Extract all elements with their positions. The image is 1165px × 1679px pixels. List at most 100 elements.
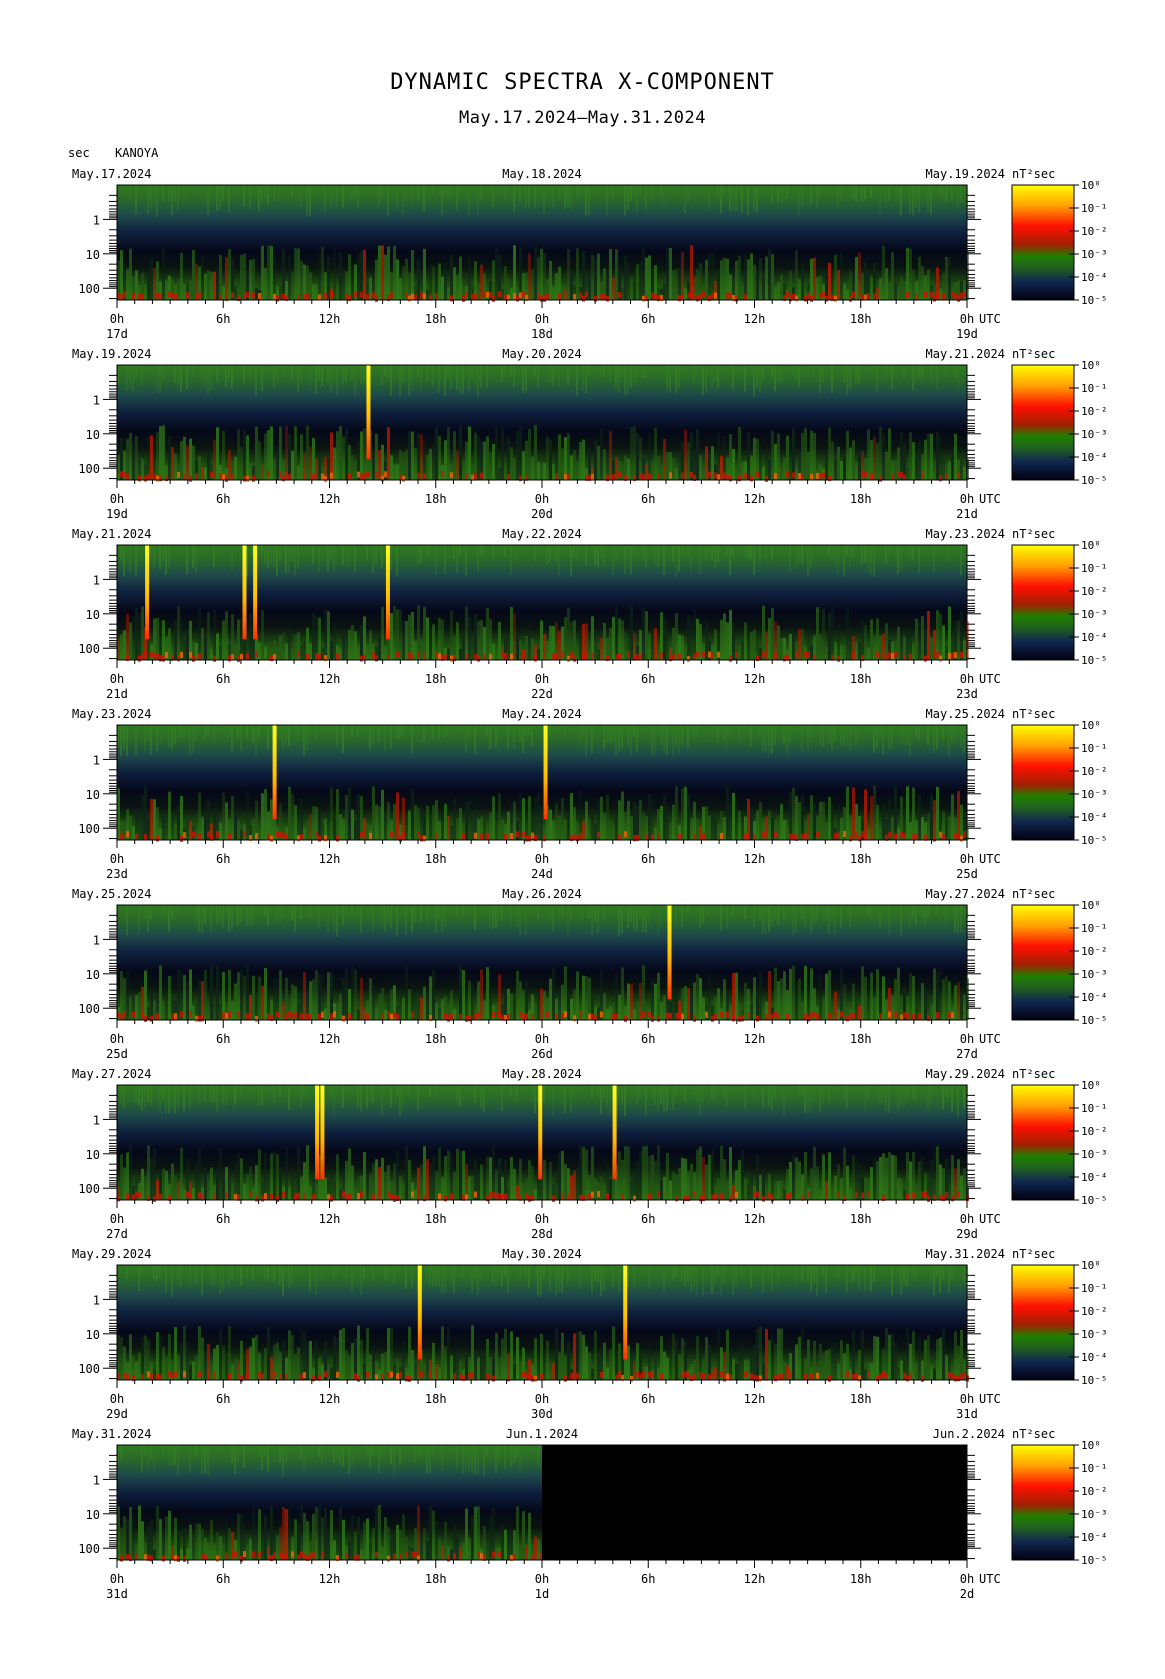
spectrogram-cell bbox=[363, 428, 366, 480]
spectrogram-cell bbox=[390, 1013, 393, 1020]
spectrogram-cell bbox=[702, 291, 705, 298]
spectrogram-cell bbox=[783, 905, 785, 919]
spectrogram-cell bbox=[660, 1001, 663, 1020]
spectrogram-cell bbox=[915, 905, 917, 926]
spectrogram-cell bbox=[330, 472, 333, 479]
spectrogram-cell bbox=[324, 292, 327, 299]
spectrogram-cell bbox=[423, 473, 426, 480]
spectrogram-cell bbox=[177, 1265, 179, 1285]
spectrogram-cell bbox=[129, 815, 132, 840]
spectrogram-cell bbox=[159, 545, 161, 570]
spectrogram-cell bbox=[294, 1354, 297, 1380]
spectrogram-cell bbox=[360, 625, 363, 660]
spectrogram-cell bbox=[465, 1015, 468, 1022]
spectrogram-cell bbox=[327, 365, 329, 383]
day-label: 19d bbox=[956, 327, 978, 341]
spectrogram-cell bbox=[666, 630, 669, 660]
spectrogram-cell bbox=[126, 613, 129, 660]
spectrogram-cell bbox=[243, 429, 246, 480]
spectrogram-cell bbox=[726, 905, 728, 929]
spectrogram-cell bbox=[126, 725, 128, 757]
spectrogram-cell bbox=[912, 1265, 914, 1277]
spectrogram-cell bbox=[429, 627, 432, 660]
colorbar-tick-label: 10⁻² bbox=[1081, 1125, 1108, 1138]
spectrogram-cell bbox=[276, 1153, 279, 1200]
spectrogram-cell bbox=[774, 652, 777, 659]
spectrogram-cell bbox=[705, 446, 708, 480]
spectrogram-cell bbox=[147, 185, 149, 214]
spectrogram-cell bbox=[240, 725, 242, 751]
spectrogram-cell bbox=[204, 273, 207, 300]
spectrogram-cell bbox=[327, 611, 330, 660]
spectrogram-cell bbox=[885, 1085, 887, 1112]
spectrogram-cell bbox=[780, 1328, 783, 1380]
spectrogram-cell bbox=[789, 725, 791, 743]
spectrogram-cell bbox=[486, 292, 489, 299]
spectrogram-cell bbox=[261, 1373, 264, 1380]
spectrogram-cell bbox=[633, 1360, 636, 1380]
spectrogram-cell bbox=[648, 1265, 650, 1289]
spectrogram-panel: May.23.2024 May.24.2024 May.25.2024 nT²sec1… bbox=[72, 707, 1108, 881]
spectrogram-cell bbox=[177, 1445, 179, 1476]
spectrogram-cell bbox=[900, 832, 903, 839]
spectrogram-cell bbox=[543, 991, 546, 1020]
spectrogram-cell bbox=[537, 649, 540, 660]
spectrogram-cell bbox=[924, 628, 927, 660]
spectrogram-panel: May.21.2024 May.22.2024 May.23.2024 nT²sec1… bbox=[72, 527, 1108, 701]
spectrogram-cell bbox=[126, 365, 128, 391]
spectrogram-cell bbox=[300, 1176, 303, 1200]
spectrogram-cell bbox=[189, 1524, 192, 1560]
spectrogram-cell bbox=[909, 185, 911, 214]
spectrogram-cell bbox=[741, 461, 744, 480]
spectrogram-cell bbox=[156, 475, 159, 482]
spectrogram-cell bbox=[792, 472, 795, 479]
spectrogram-cell bbox=[714, 1085, 716, 1102]
spectrogram-cell bbox=[342, 978, 345, 1020]
colorbar-tick-label: 10⁻¹ bbox=[1081, 1282, 1108, 1295]
spectrogram-cell bbox=[213, 609, 216, 660]
y-tick-label: 1 bbox=[93, 213, 100, 227]
spectrogram-cell bbox=[147, 271, 150, 300]
spectrogram-cell bbox=[606, 1193, 609, 1200]
colorbar-tick-label: 10⁻¹ bbox=[1081, 742, 1108, 755]
spectrogram-cell bbox=[414, 905, 416, 923]
spectrogram-cell bbox=[786, 471, 789, 478]
spectrogram-cell bbox=[897, 967, 900, 1020]
spectrogram-cell bbox=[129, 248, 132, 300]
spectrogram-cell bbox=[363, 1152, 366, 1200]
spectrogram-cell bbox=[141, 1521, 144, 1560]
spectrogram-cell bbox=[138, 1352, 141, 1380]
spectrogram-cell bbox=[744, 905, 746, 920]
spectrogram-cell bbox=[336, 1265, 338, 1276]
spectrogram-cell bbox=[504, 1193, 507, 1200]
spectrogram-cell bbox=[273, 257, 276, 300]
y-tick-label: 1 bbox=[93, 753, 100, 767]
spectrogram-cell bbox=[543, 1265, 545, 1278]
spectrogram-cell bbox=[384, 646, 387, 660]
spectrogram-cell bbox=[843, 1147, 846, 1200]
spectrogram-cell bbox=[870, 1265, 872, 1292]
spectrogram-cell bbox=[801, 833, 804, 840]
spectrogram-cell bbox=[633, 545, 635, 557]
spectrogram-cell bbox=[462, 1265, 464, 1277]
spectrogram-cell bbox=[651, 979, 654, 1020]
spectrogram-cell bbox=[474, 832, 477, 839]
spectrogram-cell bbox=[495, 1332, 498, 1380]
spectrogram-cell bbox=[423, 835, 426, 842]
spectrogram-cell bbox=[588, 1352, 591, 1380]
spectrogram-cell bbox=[474, 1265, 476, 1279]
spectrogram-cell bbox=[246, 1013, 249, 1020]
spectrogram-cell bbox=[750, 807, 753, 840]
spectrogram-cell bbox=[303, 474, 306, 481]
colorbar-tick-label: 10⁻⁴ bbox=[1081, 1171, 1108, 1184]
spectrogram-cell bbox=[957, 791, 960, 840]
spectrogram-cell bbox=[150, 545, 152, 556]
spectrogram-cell bbox=[516, 295, 519, 302]
spectrogram-cell bbox=[885, 1373, 888, 1380]
spectrogram-cell bbox=[834, 725, 836, 741]
spectrogram-cell bbox=[870, 545, 872, 575]
spectrogram-cell bbox=[438, 1366, 441, 1380]
spectrogram-cell bbox=[132, 1516, 135, 1560]
spectrogram-cell bbox=[813, 432, 816, 480]
spectrogram-cell bbox=[651, 798, 654, 840]
